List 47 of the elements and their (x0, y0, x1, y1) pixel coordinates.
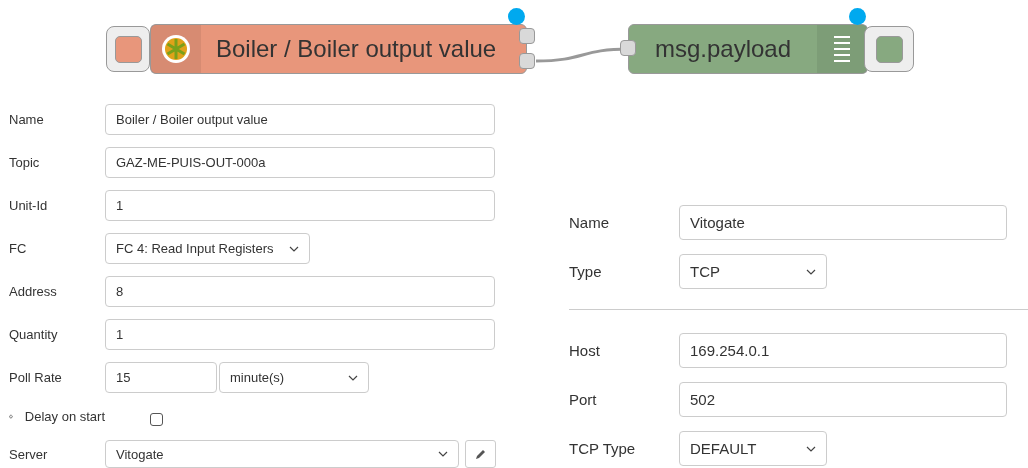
field-label: Port (569, 391, 598, 408)
asterisk-icon (161, 34, 191, 64)
flow-node[interactable]: Boiler / Boiler output value (150, 24, 527, 74)
dropdown[interactable]: TCP (679, 254, 827, 289)
edit-button[interactable] (465, 440, 496, 468)
field-label: Delay on start (23, 408, 105, 424)
field-label: Host (569, 342, 601, 359)
field-label: Address (8, 284, 58, 299)
field-label: TCP Type (569, 440, 637, 457)
chevron-icon (438, 451, 448, 457)
field-label: Quantity (8, 327, 59, 342)
text-field[interactable]: 8 (105, 276, 495, 307)
chevron-icon (348, 374, 358, 381)
dropdown[interactable]: Vitogate (105, 440, 459, 468)
flow-node[interactable]: msg.payload (628, 24, 868, 74)
dropdown[interactable]: DEFAULT (679, 431, 827, 466)
text-field[interactable]: 15 (105, 362, 217, 393)
field-label: Topic (8, 155, 41, 170)
list-icon (833, 34, 851, 64)
toggle-button[interactable] (864, 26, 914, 72)
text-field[interactable]: 502 (679, 382, 1007, 417)
field-label: Name (8, 112, 45, 127)
text-field[interactable]: Vitogate (679, 205, 1007, 240)
field-label: FC (8, 241, 28, 256)
field-label: Name (569, 214, 610, 231)
text-field[interactable]: Boiler / Boiler output value (105, 104, 495, 135)
input-port[interactable] (620, 40, 636, 56)
chevron-icon (806, 445, 816, 452)
dropdown[interactable]: FC 4: Read Input Registers (105, 233, 310, 264)
output-port[interactable] (519, 28, 535, 44)
field-label: Poll Rate (8, 370, 63, 385)
node-label: msg.payload (653, 35, 793, 63)
text-field[interactable]: GAZ-ME-PUIS-OUT-000a (105, 147, 495, 178)
inject-button[interactable] (106, 26, 150, 72)
field-label: Unit-Id (8, 198, 49, 213)
field-label: Type (569, 263, 603, 280)
checkbox[interactable] (150, 412, 163, 426)
field-label: Server (8, 446, 49, 462)
node-label: Boiler / Boiler output value (216, 35, 497, 63)
text-field[interactable]: 1 (105, 190, 495, 221)
text-field[interactable]: 1 (105, 319, 495, 350)
chevron-icon (806, 268, 816, 275)
output-port[interactable] (519, 53, 535, 69)
dropdown[interactable]: minute(s) (219, 362, 369, 393)
pencil-icon (475, 448, 486, 460)
chevron-icon (289, 245, 299, 252)
text-field[interactable]: 169.254.0.1 (679, 333, 1007, 368)
